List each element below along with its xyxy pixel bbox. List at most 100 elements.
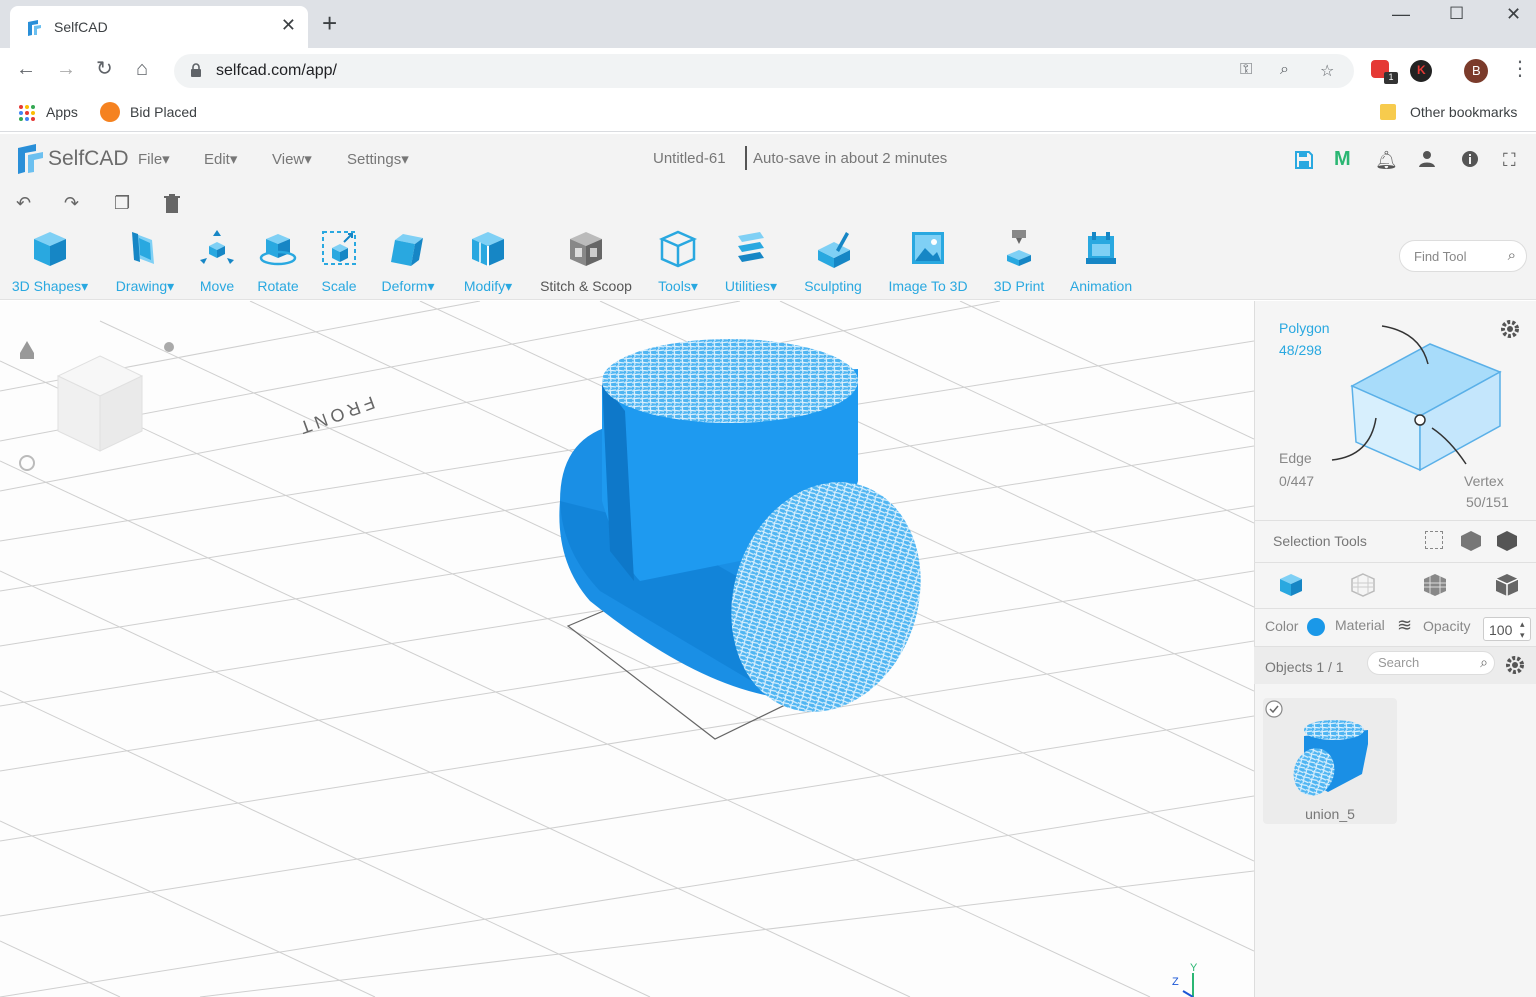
copy-icon[interactable]: ❐ <box>114 193 130 214</box>
tool-image-to-3d[interactable]: Image To 3D <box>882 228 974 294</box>
tool-deform[interactable]: Deform▾ <box>374 228 442 295</box>
quick-actions-bar: ↶ ↷ ❐ <box>0 184 1536 224</box>
key-icon[interactable]: ⚿ <box>1240 61 1252 79</box>
3d-viewport[interactable]: FRONT Y Z <box>0 301 1254 997</box>
top-cap <box>602 339 858 423</box>
browser-toolbar: ← → ↻ ⌂ selfcad.com/app/ ⚿ ⌕ ☆ 1 K B ⋮ <box>0 48 1536 94</box>
material-label[interactable]: Material <box>1335 617 1385 633</box>
extension-k-icon[interactable]: K <box>1410 60 1432 82</box>
drawing-icon <box>132 232 154 264</box>
cube-icon <box>34 232 66 266</box>
apps-grid-icon <box>19 105 35 121</box>
vertex-count: 50/151 <box>1466 494 1509 510</box>
url-text: selfcad.com/app/ <box>216 62 337 79</box>
edge-label[interactable]: Edge <box>1279 450 1312 466</box>
opacity-input[interactable]: 100 ▴ ▾ <box>1483 617 1531 641</box>
color-label: Color <box>1265 618 1299 634</box>
opacity-stepper-icon[interactable]: ▴ ▾ <box>1520 619 1525 641</box>
bookmarks-bar: Apps Bid Placed Other bookmarks <box>0 94 1536 132</box>
user-icon[interactable] <box>1418 150 1436 168</box>
wireframe-view-icon[interactable] <box>1350 572 1376 598</box>
lock-icon <box>191 63 201 77</box>
reload-icon[interactable]: ↻ <box>96 58 113 80</box>
fullscreen-icon[interactable]: ⛶ <box>1503 150 1516 171</box>
other-bookmarks[interactable]: Other bookmarks <box>1410 104 1517 120</box>
tool-drawing[interactable]: Drawing▾ <box>108 228 182 295</box>
light-icon[interactable] <box>164 342 174 352</box>
minimize-icon[interactable]: — <box>1392 4 1410 25</box>
tool-ribbon: 3D Shapes▾ Drawing▾ Move Rotate Scale De… <box>0 224 1536 300</box>
menu-file[interactable]: File▾ <box>138 150 170 168</box>
myminifactory-icon[interactable]: M <box>1334 148 1351 171</box>
tool-move[interactable]: Move <box>192 228 242 294</box>
info-icon[interactable] <box>1461 150 1479 168</box>
tool-animation[interactable]: Animation <box>1062 228 1140 294</box>
objects-count-label: Objects 1 / 1 <box>1265 659 1344 675</box>
menu-edit[interactable]: Edit▾ <box>204 150 237 168</box>
object-checkbox-icon[interactable] <box>1264 699 1284 719</box>
app-logo-text: SelfCAD <box>48 147 129 170</box>
solid-wireframe-view-icon[interactable] <box>1422 572 1448 598</box>
address-bar[interactable]: selfcad.com/app/ ⚿ ⌕ ☆ <box>174 54 1354 88</box>
utilities-icon <box>738 232 764 262</box>
redo-icon[interactable]: ↷ <box>64 193 79 214</box>
material-icon[interactable]: ≋ <box>1397 615 1412 636</box>
edge-count: 0/447 <box>1279 473 1315 489</box>
menu-settings[interactable]: Settings▾ <box>347 150 409 168</box>
box-select-icon[interactable] <box>1425 531 1443 549</box>
bookmark-bid-placed[interactable]: Bid Placed <box>130 104 197 120</box>
polygon-count: 48/298 <box>1279 342 1322 358</box>
tool-rotate[interactable]: Rotate <box>252 228 304 294</box>
selfcad-favicon-icon <box>28 20 41 36</box>
extension-badge: 1 <box>1384 72 1398 84</box>
object-thumbnail <box>1293 720 1368 796</box>
document-title[interactable]: Untitled-61 <box>653 150 726 167</box>
objects-settings-gear-icon[interactable] <box>1504 654 1526 676</box>
find-tool-input[interactable]: Find Tool ⌕ <box>1399 240 1527 272</box>
scale-icon <box>322 231 356 265</box>
undo-icon[interactable]: ↶ <box>16 193 31 214</box>
tool-sculpting[interactable]: Sculpting <box>800 228 866 294</box>
chrome-menu-icon[interactable]: ⋮ <box>1510 58 1530 80</box>
forward-icon[interactable]: → <box>56 58 76 80</box>
bookmark-star-icon[interactable]: ☆ <box>1320 61 1334 81</box>
object-name[interactable]: union_5 <box>1263 806 1397 822</box>
modify-icon <box>472 232 504 266</box>
tool-3d-shapes[interactable]: 3D Shapes▾ <box>8 228 92 295</box>
tools-icon <box>659 230 697 268</box>
zoom-icon[interactable]: ⌕ <box>1280 61 1289 79</box>
home-icon[interactable]: ⌂ <box>136 58 148 80</box>
new-tab-button[interactable]: + <box>322 10 337 36</box>
back-icon[interactable]: ← <box>16 58 36 80</box>
solid-view-icon[interactable] <box>1278 572 1304 598</box>
title-divider <box>745 146 747 170</box>
viewport-canvas[interactable]: FRONT Y Z <box>0 301 1254 997</box>
orbit-icon[interactable] <box>19 455 35 471</box>
stitch-scoop-icon <box>570 232 602 266</box>
window-close-icon[interactable]: ✕ <box>1506 4 1521 25</box>
selection-mode-cube-diagram[interactable] <box>1320 320 1510 480</box>
tool-modify[interactable]: Modify▾ <box>456 228 520 295</box>
color-swatch[interactable] <box>1307 618 1325 636</box>
maximize-icon[interactable]: ☐ <box>1449 4 1464 24</box>
profile-avatar[interactable]: B <box>1464 59 1488 83</box>
save-icon[interactable] <box>1294 150 1314 170</box>
objects-search-input[interactable]: Search ⌕ <box>1367 651 1495 675</box>
delete-icon[interactable] <box>164 194 180 214</box>
animation-icon <box>1086 232 1116 264</box>
notification-bell-icon[interactable]: 🔔︎ <box>1375 150 1398 171</box>
xray-view-icon[interactable] <box>1494 572 1520 598</box>
bookmark-apps[interactable]: Apps <box>46 104 78 120</box>
home-view-icon[interactable] <box>20 341 34 359</box>
svg-text:Z: Z <box>1172 976 1179 988</box>
search-icon: ⌕ <box>1507 247 1516 264</box>
browser-tab[interactable]: SelfCAD ✕ <box>10 6 308 48</box>
menu-view[interactable]: View▾ <box>272 150 312 168</box>
tool-3d-print[interactable]: 3D Print <box>988 228 1050 294</box>
tab-close-icon[interactable]: ✕ <box>281 15 296 36</box>
view-cube[interactable] <box>56 355 144 452</box>
tool-utilities[interactable]: Utilities▾ <box>718 228 784 295</box>
tool-stitch-scoop[interactable]: Stitch & Scoop <box>534 228 638 294</box>
tool-tools[interactable]: Tools▾ <box>652 228 704 295</box>
tool-scale[interactable]: Scale <box>316 228 362 294</box>
